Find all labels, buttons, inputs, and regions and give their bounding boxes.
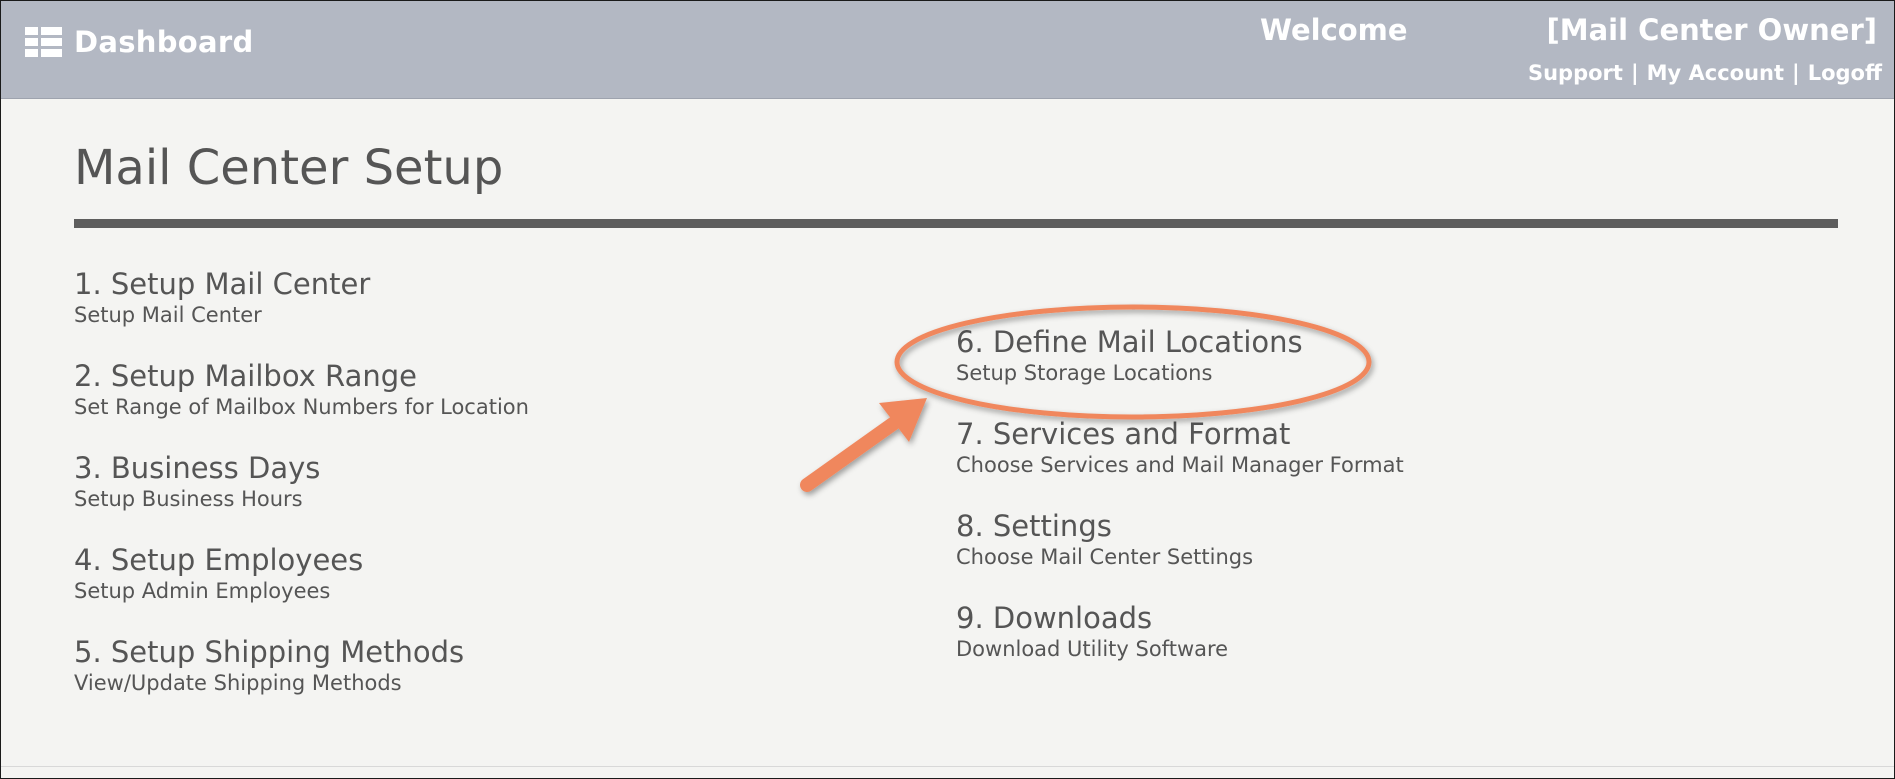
setup-list-right: 6. Define Mail Locations Setup Storage L… (956, 324, 1404, 692)
setup-item-downloads[interactable]: 9. Downloads Download Utility Software (956, 600, 1404, 692)
welcome-text: Welcome (1260, 13, 1408, 47)
link-separator: | (1792, 61, 1800, 85)
setup-item-mailbox-range[interactable]: 2. Setup Mailbox Range Set Range of Mail… (74, 358, 529, 450)
setup-item-shipping-methods[interactable]: 5. Setup Shipping Methods View/Update Sh… (74, 634, 529, 726)
setup-item-title[interactable]: 7. Services and Format (956, 416, 1404, 452)
current-user-name: [Mail Center Owner] (1546, 13, 1878, 47)
setup-list-left: 1. Setup Mail Center Setup Mail Center 2… (74, 266, 529, 726)
setup-item-subtitle: Set Range of Mailbox Numbers for Locatio… (74, 395, 529, 419)
setup-item-subtitle: View/Update Shipping Methods (74, 671, 402, 695)
setup-item-title[interactable]: 4. Setup Employees (74, 542, 529, 578)
dashboard-link[interactable]: Dashboard (25, 25, 254, 59)
setup-item-subtitle: Setup Admin Employees (74, 579, 331, 603)
setup-item-subtitle: Setup Business Hours (74, 487, 303, 511)
setup-item-employees[interactable]: 4. Setup Employees Setup Admin Employees (74, 542, 529, 634)
setup-item-subtitle: Choose Mail Center Settings (956, 545, 1254, 569)
support-link[interactable]: Support (1528, 61, 1623, 85)
setup-item-subtitle: Choose Services and Mail Manager Format (956, 453, 1404, 477)
footer-divider (1, 766, 1894, 767)
setup-item-business-days[interactable]: 3. Business Days Setup Business Hours (74, 450, 529, 542)
page-title: Mail Center Setup (74, 140, 504, 196)
setup-item-title[interactable]: 3. Business Days (74, 450, 529, 486)
setup-item-title[interactable]: 5. Setup Shipping Methods (74, 634, 529, 670)
app-window: Dashboard Welcome [Mail Center Owner] Su… (0, 0, 1895, 779)
dashboard-label: Dashboard (74, 25, 254, 59)
setup-item-title[interactable]: 8. Settings (956, 508, 1404, 544)
arrow-pointer-icon (800, 398, 927, 492)
setup-item-settings[interactable]: 8. Settings Choose Mail Center Settings (956, 508, 1404, 600)
my-account-link[interactable]: My Account (1647, 61, 1784, 85)
setup-item-title[interactable]: 6. Define Mail Locations (956, 324, 1404, 360)
top-header-bar: Dashboard Welcome [Mail Center Owner] Su… (1, 1, 1894, 99)
setup-item-subtitle: Download Utility Software (956, 637, 1229, 661)
link-separator: | (1630, 61, 1639, 85)
setup-item-mail-center[interactable]: 1. Setup Mail Center Setup Mail Center (74, 266, 529, 358)
setup-item-subtitle: Setup Storage Locations (956, 361, 1213, 385)
setup-item-title[interactable]: 1. Setup Mail Center (74, 266, 529, 302)
title-divider (74, 219, 1838, 228)
setup-item-subtitle: Setup Mail Center (74, 303, 262, 327)
account-links: Support | My Account | Logoff (1528, 61, 1882, 85)
dashboard-grid-icon (25, 26, 62, 58)
setup-item-services-format[interactable]: 7. Services and Format Choose Services a… (956, 416, 1404, 508)
setup-item-title[interactable]: 9. Downloads (956, 600, 1404, 636)
logoff-link[interactable]: Logoff (1808, 61, 1882, 85)
setup-item-title[interactable]: 2. Setup Mailbox Range (74, 358, 529, 394)
setup-item-mail-locations[interactable]: 6. Define Mail Locations Setup Storage L… (956, 324, 1404, 416)
